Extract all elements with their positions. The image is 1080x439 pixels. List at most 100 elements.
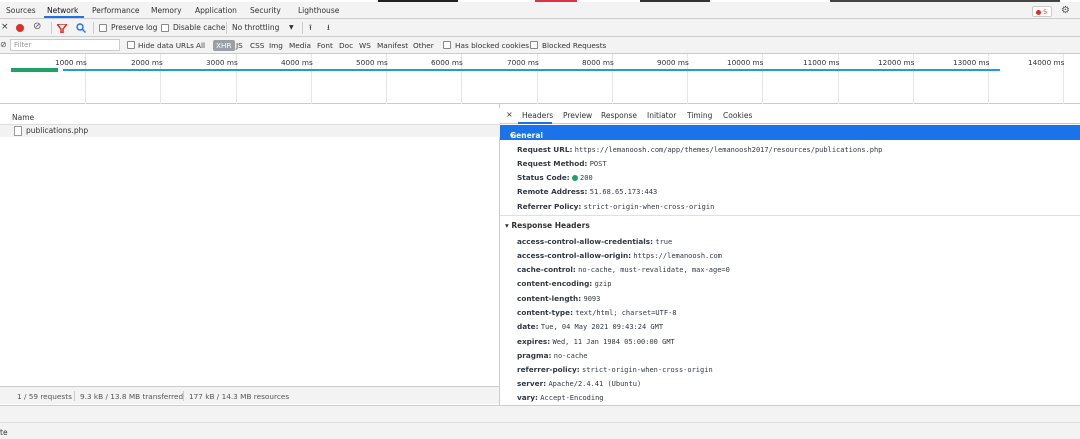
tab-application[interactable]: Application [195,6,237,15]
tab-cookies[interactable]: Cookies [723,111,752,120]
tab-preview[interactable]: Preview [563,111,592,120]
tick-label: 6000 ms [431,58,463,67]
name-column-header[interactable]: Name [0,108,500,125]
tick-label: 12000 ms [878,58,915,67]
header-row: content-encoding: gzip [517,279,612,288]
tab-initiator[interactable]: Initiator [647,111,676,120]
timeline-bar-waiting [11,68,58,72]
hide-data-urls-label: Hide data URLs [138,41,194,50]
header-row: access-control-allow-origin: https://lem… [517,251,722,260]
tab-response[interactable]: Response [601,111,637,120]
type-filter-img[interactable]: Img [269,41,283,50]
record-icon[interactable] [16,24,24,32]
header-row: Request Method: POST [517,159,607,168]
type-filter-all[interactable]: All [196,41,205,50]
export-har-icon[interactable]: ⭳ [327,22,330,36]
tick-label: 4000 ms [281,58,313,67]
tab-performance[interactable]: Performance [92,6,140,15]
header-row: Remote Address: 51.68.65.173:443 [517,187,658,196]
tick-label: 1000 ms [55,58,87,67]
tick-label: 9000 ms [657,58,689,67]
type-filter-js[interactable]: JS [236,41,243,50]
import-har-icon[interactable]: ⭱ [309,22,312,36]
header-row: server: Apache/2.4.41 (Ubuntu) [517,379,642,388]
header-row: access-control-allow-credentials: true [517,237,673,246]
header-row: Request URL: https://lemanoosh.com/app/t… [517,145,883,154]
search-icon[interactable] [76,23,86,33]
request-name: publications.php [26,126,89,135]
type-filter-media[interactable]: Media [289,41,311,50]
type-filter-xhr[interactable]: XHR [213,40,235,51]
has-blocked-cookies-label: Has blocked cookies [455,41,530,50]
header-row: pragma: no-cache [517,351,588,360]
tab-headers[interactable]: Headers [522,111,553,120]
header-row: cache-control: no-cache, must-revalidate… [517,265,730,274]
detail-tabs: × Headers Preview Response Initiator Tim… [500,104,1080,124]
name-column-label: Name [12,113,35,122]
status-ok-icon [572,175,579,181]
header-row: Referrer Policy: strict-origin-when-cros… [517,202,715,211]
tick-label: 3000 ms [206,58,238,67]
type-filter-css[interactable]: CSS [250,41,264,50]
error-count-badge[interactable]: 5 [1032,6,1052,17]
overview-timeline[interactable]: 1000 ms 2000 ms 3000 ms 4000 ms 5000 ms … [0,54,1080,104]
tab-security[interactable]: Security [250,6,281,15]
header-row: date: Tue, 04 May 2021 09:43:24 GMT [517,322,664,331]
request-count: 1 / 59 requests [17,392,72,401]
throttling-select[interactable]: No throttling [232,23,279,32]
preserve-log-label: Preserve log [111,23,158,32]
type-filter-ws[interactable]: WS [359,41,371,50]
tab-lighthouse[interactable]: Lighthouse [298,6,339,15]
filter-bar: ⊘ Filter Hide data URLs All XHR JS CSS I… [0,37,1080,54]
chevron-down-icon[interactable]: ▼ [289,24,294,31]
clear-icon[interactable]: ⊘ [33,21,41,32]
tick-label: 7000 ms [507,58,539,67]
filter-toggle-icon[interactable]: ⊘ [0,40,7,49]
header-row: content-type: text/html; charset=UTF-8 [517,308,677,317]
resources-size: 177 kB / 14.3 MB resources [189,392,290,401]
hide-data-urls-checkbox[interactable] [127,41,135,49]
tick-label: 10000 ms [727,58,764,67]
tick-label: 11000 ms [803,58,840,67]
response-headers-title: Response Headers [511,221,590,230]
tab-memory[interactable]: Memory [151,6,182,15]
tick-label: 2000 ms [131,58,163,67]
header-row: vary: Accept-Encoding [517,393,604,402]
error-count: 5 [1043,8,1048,16]
blocked-requests-label: Blocked Requests [542,41,607,50]
tick-label: 8000 ms [582,58,614,67]
header-row: referrer-policy: strict-origin-when-cros… [517,365,713,374]
type-filter-doc[interactable]: Doc [339,41,353,50]
devtools-tabs-bar: Sources Network Performance Memory Appli… [0,2,1080,19]
response-headers-section-header[interactable]: ▾ Response Headers [505,221,590,230]
tick-label: 14000 ms [1028,58,1065,67]
disable-cache-label: Disable cache [173,23,226,32]
transferred-size: 9.3 kB / 13.8 MB transferred [80,392,184,401]
general-section-header[interactable]: ▾ General [500,125,1080,140]
type-filter-manifest[interactable]: Manifest [377,41,408,50]
request-details-panel: × Headers Preview Response Initiator Tim… [500,104,1080,405]
tick-label: 5000 ms [356,58,388,67]
blocked-requests-checkbox[interactable] [530,41,538,49]
type-filter-other[interactable]: Other [413,41,434,50]
tab-network[interactable]: Network [47,6,78,15]
close-icon[interactable]: × [1,22,9,32]
request-list: Name publications.php [0,104,500,405]
table-row[interactable]: publications.php [0,125,500,137]
gear-icon[interactable]: ⚙ [1061,5,1070,16]
active-tab-indicator [44,16,84,18]
has-blocked-cookies-checkbox[interactable] [443,41,451,49]
drawer-label[interactable]: te [0,428,8,437]
tab-timing[interactable]: Timing [687,111,712,120]
close-icon[interactable]: × [506,110,513,119]
disable-cache-checkbox[interactable] [161,24,169,32]
preserve-log-checkbox[interactable] [99,24,107,32]
type-filter-font[interactable]: Font [317,41,333,50]
header-row: expires: Wed, 11 Jan 1984 05:00:00 GMT [517,337,675,346]
filter-icon[interactable] [57,24,67,33]
summary-bar: 1 / 59 requests 9.3 kB / 13.8 MB transfe… [0,386,500,404]
filter-input[interactable]: Filter [10,39,120,51]
tab-sources[interactable]: Sources [6,6,36,15]
header-row: content-length: 9093 [517,294,601,303]
active-detail-tab-indicator [518,122,552,124]
